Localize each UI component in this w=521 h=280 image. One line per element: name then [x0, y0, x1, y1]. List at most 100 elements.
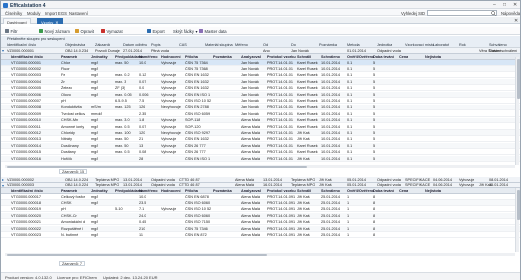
table-row[interactable]: VTG0000.000008 Konduktivita mS/m max. 125 12…: [1, 104, 520, 111]
search-input[interactable]: [427, 10, 497, 16]
hide-rows-button[interactable]: Skrýt řádky ▾: [173, 28, 198, 34]
horizontal-scrollbar-2[interactable]: [5, 253, 515, 256]
table-cell: 10.01.2014: [321, 124, 341, 129]
table-cell: Vyhovuje: [161, 137, 177, 142]
tab-vzorky[interactable]: Vzorky ✕: [37, 17, 63, 25]
table-row[interactable]: VTG0000.000013 Nitráty mg/l max. 50 21 Vyhovu…: [1, 137, 520, 143]
table-row[interactable]: VTG0000.000010 CHSK-Mn mg/l max. 3.0 1.8 Vyho…: [1, 117, 520, 124]
expand-toggle-icon[interactable]: ▸: [2, 177, 4, 182]
search-icon[interactable]: [491, 10, 496, 16]
table-cell: Schváleno: [321, 188, 340, 193]
master-row[interactable]: VZ0000.000001 OBJ.14.0.234 Povodí Dunaje 27…: [1, 48, 520, 54]
expand-toggle-icon[interactable]: ▾: [2, 48, 4, 53]
table-row[interactable]: VTG0000.000009 Tvrdost celkov mmol/l 2.35 ČS…: [1, 111, 520, 117]
filter-button[interactable]: Filtr: [5, 28, 17, 34]
table-cell: Ověřil/Ověřeno: [347, 188, 375, 193]
tab-close-icon[interactable]: ✕: [55, 20, 58, 25]
table-cell: 10.01.2014: [321, 73, 341, 78]
table-cell: 5: [373, 79, 376, 84]
table-row[interactable]: VTG0000.000017 Celkový fosfor mg/l 10.0 ČSN …: [1, 194, 520, 200]
col-header[interactable]: Do: [291, 43, 296, 47]
scroll-thumb[interactable]: [7, 253, 267, 256]
menu-moduly[interactable]: Moduly: [27, 11, 41, 16]
table-cell: Hodnocení: [161, 54, 181, 59]
help-link[interactable]: Nápověda: [501, 11, 520, 16]
table-row[interactable]: VTG0000.000006 Olovo mg/l max. 0.05 0.006 Vyh…: [1, 92, 520, 98]
col-header[interactable]: Materiál skupina: [205, 43, 233, 47]
table-row[interactable]: VTG0000.000004 Zn mg/l max. 3 0.07 Vyhovuje ČS…: [1, 79, 520, 85]
table-cell: mg/l: [91, 194, 99, 199]
table-cell: Teplárna MPO: [95, 183, 120, 188]
col-header[interactable]: Identifikační číslo: [7, 43, 36, 47]
scroll-thumb[interactable]: [516, 59, 520, 99]
col-header[interactable]: Objednávka: [65, 43, 85, 47]
tab-dashboard[interactable]: Dashboard: [3, 17, 31, 25]
table-cell: mg/l: [91, 73, 99, 78]
record-count-bottom: Záznamů: 7: [59, 261, 86, 266]
table-cell: mg/l: [91, 92, 99, 97]
table-cell: 05.01.2014: [347, 183, 367, 188]
panel-close-icon[interactable]: ✕: [514, 18, 518, 24]
col-header[interactable]: Laboratoř: [433, 43, 449, 47]
table-row[interactable]: VTG0000.000020 CHSK-Cr mg/l 24.0 ČSN ISO 606…: [1, 213, 520, 219]
table-cell: Analyzoval: [241, 54, 261, 59]
col-header[interactable]: Datum odběru: [123, 43, 147, 47]
col-header[interactable]: Jednotka: [377, 43, 392, 47]
table-row[interactable]: VTG0000.000005 Železo mg/l ZF (3) 0.0 Vyhovuj…: [1, 86, 520, 92]
col-header[interactable]: Popis: [151, 43, 161, 47]
table-cell: 25.01.2014: [321, 207, 341, 212]
col-header[interactable]: Metoda: [347, 43, 360, 47]
master-data-button[interactable]: Master data: [199, 28, 227, 34]
table-row[interactable]: VTG0000.000012 Chloridy mg/l max. 100 120 Nev…: [1, 130, 520, 136]
table-row[interactable]: VTG0000.000015 Dusitany mg/l max. 0.5 0.08 Vy…: [1, 150, 520, 156]
table-cell: ČSN ISO 10 52: [185, 207, 212, 212]
table-row[interactable]: VTG0000.000014 Dusičnany mg/l max. 50 13 Vyho…: [1, 143, 520, 149]
menu-import[interactable]: Import EGS: [45, 11, 67, 16]
table-cell: Jiří Kaš: [297, 194, 310, 199]
table-cell: Alena Malá: [241, 124, 260, 129]
horizontal-scrollbar[interactable]: [5, 165, 515, 168]
table-cell: SOP-118: [185, 118, 201, 123]
table-cell: ČSN EN 6878: [185, 194, 209, 199]
table-cell: 5: [373, 143, 376, 148]
vertical-scrollbar[interactable]: [515, 57, 520, 165]
table-row[interactable]: VTG0000.000003 Fe mg/l max. 0.2 0.12 Vyhovuje…: [1, 73, 520, 79]
export-button[interactable]: Export: [147, 28, 165, 34]
table-row[interactable]: VTG0000.000011 Amonné ionty mg/l max. 0.5 0.…: [1, 124, 520, 130]
scroll-thumb[interactable]: [516, 190, 520, 220]
table-row[interactable]: VTG0000.000001 Chlor mg/l max. 50 10.0 Vyhovu…: [1, 60, 520, 66]
close-button[interactable]: ✕: [513, 2, 517, 8]
col-header[interactable]: Od: [263, 43, 268, 47]
vertical-scrollbar-2[interactable]: [515, 188, 520, 252]
maximize-button[interactable]: □: [503, 2, 506, 8]
table-row[interactable]: VTG0000.000018 CHSK mg/l 23.5 ČSN ISO 6060 Al…: [1, 200, 520, 206]
edit-button[interactable]: Opravit: [75, 28, 94, 34]
table-cell: Příloha: [185, 54, 198, 59]
col-header[interactable]: Schváleno: [489, 43, 507, 47]
detail-header-row[interactable]: Identifikační číslo Parametr Jednotky Předp…: [1, 188, 520, 194]
delete-button[interactable]: Vymazat: [101, 28, 123, 34]
scroll-thumb[interactable]: [7, 165, 307, 168]
col-header[interactable]: CAS: [179, 43, 187, 47]
minimize-button[interactable]: –: [493, 2, 496, 8]
col-header[interactable]: Rok: [459, 43, 466, 47]
table-row[interactable]: VTG0000.000007 pH 6.5-9.5 7.5 Vyhovuje ČSN IS…: [1, 98, 520, 104]
table-cell: Karel Rusek: [297, 66, 318, 71]
menu-nastaveni[interactable]: Nastavení: [69, 11, 88, 16]
new-record-button[interactable]: Nový záznam: [39, 28, 70, 34]
col-header[interactable]: Zákazník: [95, 43, 110, 47]
col-header[interactable]: Poznámka: [319, 43, 337, 47]
table-cell: SOP-120: [185, 124, 201, 129]
table-row[interactable]: VTG0000.000016 Hořčík mg/l 28 ČSN EN ISO 1 Al…: [1, 156, 520, 162]
detail-header-row[interactable]: Identifikační číslo Parametr Jednotky Předp…: [1, 54, 520, 60]
table-row[interactable]: VTG0000.000023 N. butinné mg/l 11 ČSN EN 872…: [1, 232, 520, 238]
table-cell: Alena Malá: [241, 137, 260, 142]
table-row[interactable]: VTG0000.000021 Amoniakální d mg/l 0.45 ČSN I…: [1, 220, 520, 226]
col-header[interactable]: Vzorkovací místo: [405, 43, 434, 47]
table-row[interactable]: VTG0000.000019 pH 5-10 7.1 Vyhovuje ČSN ISO 1…: [1, 207, 520, 213]
table-row[interactable]: VTG0000.000002 Fluor mg/l ČSN 75 7368 Jan No…: [1, 66, 520, 72]
expand-toggle-icon[interactable]: ▾: [2, 183, 4, 188]
table-row[interactable]: VTG0000.000022 Rozpuštěné l mg/l 210 ČSN 75 …: [1, 226, 520, 232]
col-header[interactable]: Měřeno: [235, 43, 248, 47]
menu-ciselniky[interactable]: Číselníky: [5, 11, 22, 16]
